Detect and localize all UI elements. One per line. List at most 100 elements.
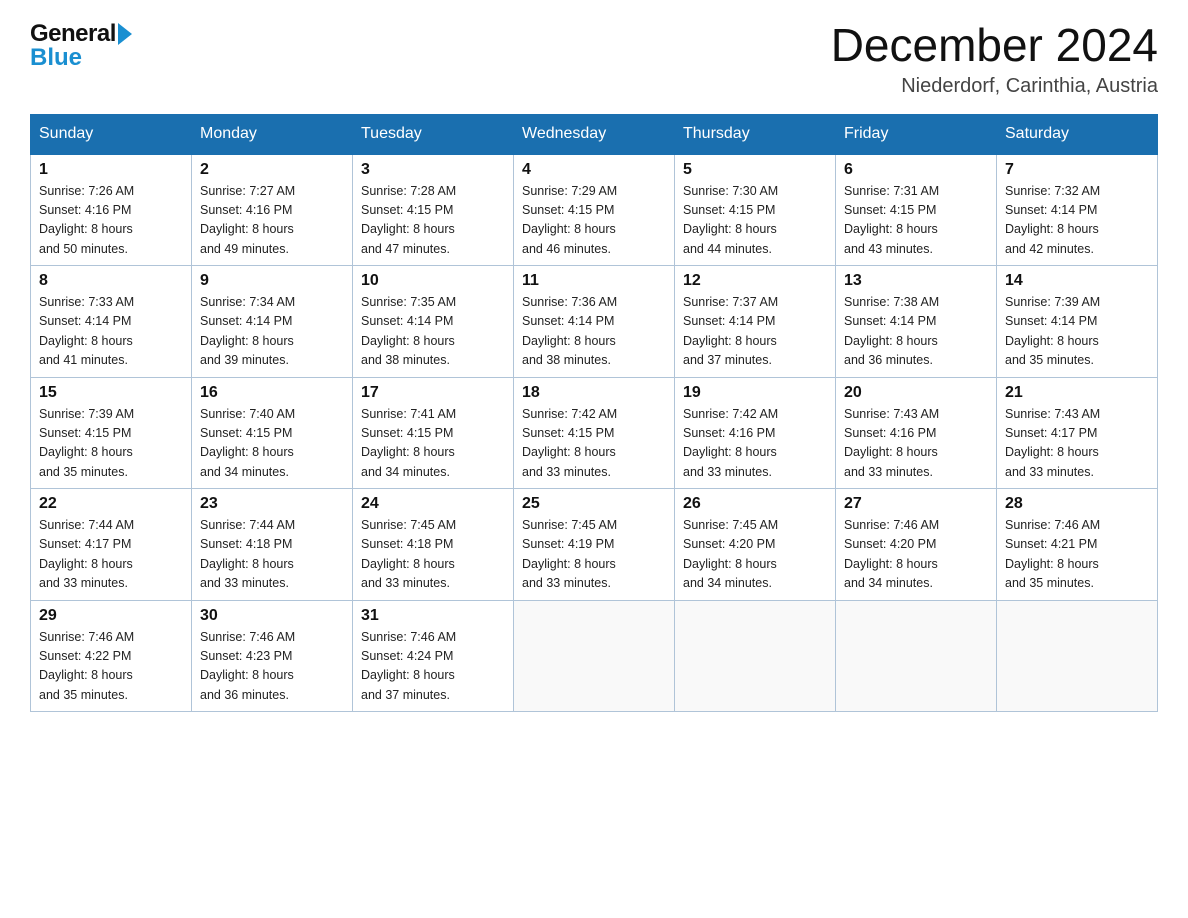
day-number: 13 [844,272,988,290]
calendar-cell: 30Sunrise: 7:46 AMSunset: 4:23 PMDayligh… [192,600,353,712]
day-info: Sunrise: 7:42 AMSunset: 4:15 PMDaylight:… [522,405,666,483]
day-info: Sunrise: 7:26 AMSunset: 4:16 PMDaylight:… [39,182,183,260]
day-info: Sunrise: 7:37 AMSunset: 4:14 PMDaylight:… [683,293,827,371]
calendar-cell: 11 Sunrise: 7:36 AMSunset: 4:14 PMDayligh… [514,266,675,378]
day-info: Sunrise: 7:28 AMSunset: 4:15 PMDaylight:… [361,182,505,260]
day-number: 23 [200,495,344,513]
day-number: 19 [683,384,827,402]
day-number: 11 [522,272,666,290]
day-info: Sunrise: 7:32 AMSunset: 4:14 PMDaylight:… [1005,182,1149,260]
calendar-table: SundayMondayTuesdayWednesdayThursdayFrid… [30,114,1158,713]
day-header-thursday: Thursday [675,114,836,154]
calendar-cell: 5Sunrise: 7:30 AMSunset: 4:15 PMDaylight… [675,154,836,266]
logo: General Blue [30,20,132,72]
logo-blue-text: Blue [30,44,82,72]
day-info: Sunrise: 7:46 AMSunset: 4:20 PMDaylight:… [844,516,988,594]
calendar-cell: 20 Sunrise: 7:43 AMSunset: 4:16 PMDayligh… [836,377,997,489]
day-number: 22 [39,495,183,513]
day-number: 31 [361,607,505,625]
day-info: Sunrise: 7:42 AMSunset: 4:16 PMDaylight:… [683,405,827,483]
calendar-cell: 7Sunrise: 7:32 AMSunset: 4:14 PMDaylight… [997,154,1158,266]
calendar-cell: 19 Sunrise: 7:42 AMSunset: 4:16 PMDayligh… [675,377,836,489]
calendar-header-row: SundayMondayTuesdayWednesdayThursdayFrid… [31,114,1158,154]
day-header-monday: Monday [192,114,353,154]
day-info: Sunrise: 7:27 AMSunset: 4:16 PMDaylight:… [200,182,344,260]
day-number: 12 [683,272,827,290]
calendar-cell: 27 Sunrise: 7:46 AMSunset: 4:20 PMDayligh… [836,489,997,601]
calendar-cell: 25 Sunrise: 7:45 AMSunset: 4:19 PMDayligh… [514,489,675,601]
calendar-cell: 23 Sunrise: 7:44 AMSunset: 4:18 PMDayligh… [192,489,353,601]
day-number: 20 [844,384,988,402]
day-header-sunday: Sunday [31,114,192,154]
calendar-cell: 22Sunrise: 7:44 AMSunset: 4:17 PMDayligh… [31,489,192,601]
day-number: 14 [1005,272,1149,290]
location-subtitle: Niederdorf, Carinthia, Austria [831,75,1158,98]
day-header-friday: Friday [836,114,997,154]
calendar-week-row: 29 Sunrise: 7:46 AMSunset: 4:22 PMDayligh… [31,600,1158,712]
day-number: 8 [39,272,183,290]
day-info: Sunrise: 7:45 AMSunset: 4:20 PMDaylight:… [683,516,827,594]
day-number: 9 [200,272,344,290]
calendar-cell [997,600,1158,712]
day-number: 27 [844,495,988,513]
day-number: 16 [200,384,344,402]
day-number: 21 [1005,384,1149,402]
calendar-week-row: 15 Sunrise: 7:39 AMSunset: 4:15 PMDayligh… [31,377,1158,489]
day-number: 25 [522,495,666,513]
calendar-cell: 31 Sunrise: 7:46 AMSunset: 4:24 PMDayligh… [353,600,514,712]
day-number: 24 [361,495,505,513]
calendar-cell: 13Sunrise: 7:38 AMSunset: 4:14 PMDayligh… [836,266,997,378]
calendar-week-row: 22Sunrise: 7:44 AMSunset: 4:17 PMDayligh… [31,489,1158,601]
calendar-cell: 3 Sunrise: 7:28 AMSunset: 4:15 PMDaylight… [353,154,514,266]
day-number: 10 [361,272,505,290]
day-info: Sunrise: 7:45 AMSunset: 4:19 PMDaylight:… [522,516,666,594]
day-header-saturday: Saturday [997,114,1158,154]
day-header-wednesday: Wednesday [514,114,675,154]
calendar-cell: 12 Sunrise: 7:37 AMSunset: 4:14 PMDayligh… [675,266,836,378]
day-number: 6 [844,161,988,179]
calendar-cell: 9 Sunrise: 7:34 AMSunset: 4:14 PMDaylight… [192,266,353,378]
day-number: 29 [39,607,183,625]
month-title: December 2024 [831,20,1158,71]
page-header: General Blue December 2024 Niederdorf, C… [30,20,1158,98]
day-number: 1 [39,161,183,179]
day-info: Sunrise: 7:43 AMSunset: 4:16 PMDaylight:… [844,405,988,483]
calendar-cell: 1 Sunrise: 7:26 AMSunset: 4:16 PMDaylight… [31,154,192,266]
calendar-cell [675,600,836,712]
day-number: 2 [200,161,344,179]
day-info: Sunrise: 7:46 AMSunset: 4:21 PMDaylight:… [1005,516,1149,594]
day-number: 28 [1005,495,1149,513]
calendar-cell: 2 Sunrise: 7:27 AMSunset: 4:16 PMDaylight… [192,154,353,266]
calendar-cell: 21 Sunrise: 7:43 AMSunset: 4:17 PMDayligh… [997,377,1158,489]
day-info: Sunrise: 7:44 AMSunset: 4:18 PMDaylight:… [200,516,344,594]
calendar-week-row: 1 Sunrise: 7:26 AMSunset: 4:16 PMDaylight… [31,154,1158,266]
day-info: Sunrise: 7:33 AMSunset: 4:14 PMDaylight:… [39,293,183,371]
day-info: Sunrise: 7:39 AMSunset: 4:15 PMDaylight:… [39,405,183,483]
calendar-cell: 10 Sunrise: 7:35 AMSunset: 4:14 PMDayligh… [353,266,514,378]
day-number: 15 [39,384,183,402]
calendar-cell: 28 Sunrise: 7:46 AMSunset: 4:21 PMDayligh… [997,489,1158,601]
day-info: Sunrise: 7:35 AMSunset: 4:14 PMDaylight:… [361,293,505,371]
day-header-tuesday: Tuesday [353,114,514,154]
day-info: Sunrise: 7:45 AMSunset: 4:18 PMDaylight:… [361,516,505,594]
calendar-cell [836,600,997,712]
day-info: Sunrise: 7:46 AMSunset: 4:24 PMDaylight:… [361,628,505,706]
calendar-cell: 18Sunrise: 7:42 AMSunset: 4:15 PMDayligh… [514,377,675,489]
day-info: Sunrise: 7:40 AMSunset: 4:15 PMDaylight:… [200,405,344,483]
day-info: Sunrise: 7:41 AMSunset: 4:15 PMDaylight:… [361,405,505,483]
day-number: 3 [361,161,505,179]
calendar-cell: 8 Sunrise: 7:33 AMSunset: 4:14 PMDaylight… [31,266,192,378]
day-info: Sunrise: 7:34 AMSunset: 4:14 PMDaylight:… [200,293,344,371]
calendar-cell: 24 Sunrise: 7:45 AMSunset: 4:18 PMDayligh… [353,489,514,601]
calendar-week-row: 8 Sunrise: 7:33 AMSunset: 4:14 PMDaylight… [31,266,1158,378]
day-info: Sunrise: 7:36 AMSunset: 4:14 PMDaylight:… [522,293,666,371]
calendar-cell: 16 Sunrise: 7:40 AMSunset: 4:15 PMDayligh… [192,377,353,489]
calendar-cell: 15 Sunrise: 7:39 AMSunset: 4:15 PMDayligh… [31,377,192,489]
header-right: December 2024 Niederdorf, Carinthia, Aus… [831,20,1158,98]
day-info: Sunrise: 7:31 AMSunset: 4:15 PMDaylight:… [844,182,988,260]
day-info: Sunrise: 7:39 AMSunset: 4:14 PMDaylight:… [1005,293,1149,371]
day-number: 26 [683,495,827,513]
day-info: Sunrise: 7:46 AMSunset: 4:22 PMDaylight:… [39,628,183,706]
day-info: Sunrise: 7:43 AMSunset: 4:17 PMDaylight:… [1005,405,1149,483]
calendar-cell: 4Sunrise: 7:29 AMSunset: 4:15 PMDaylight… [514,154,675,266]
